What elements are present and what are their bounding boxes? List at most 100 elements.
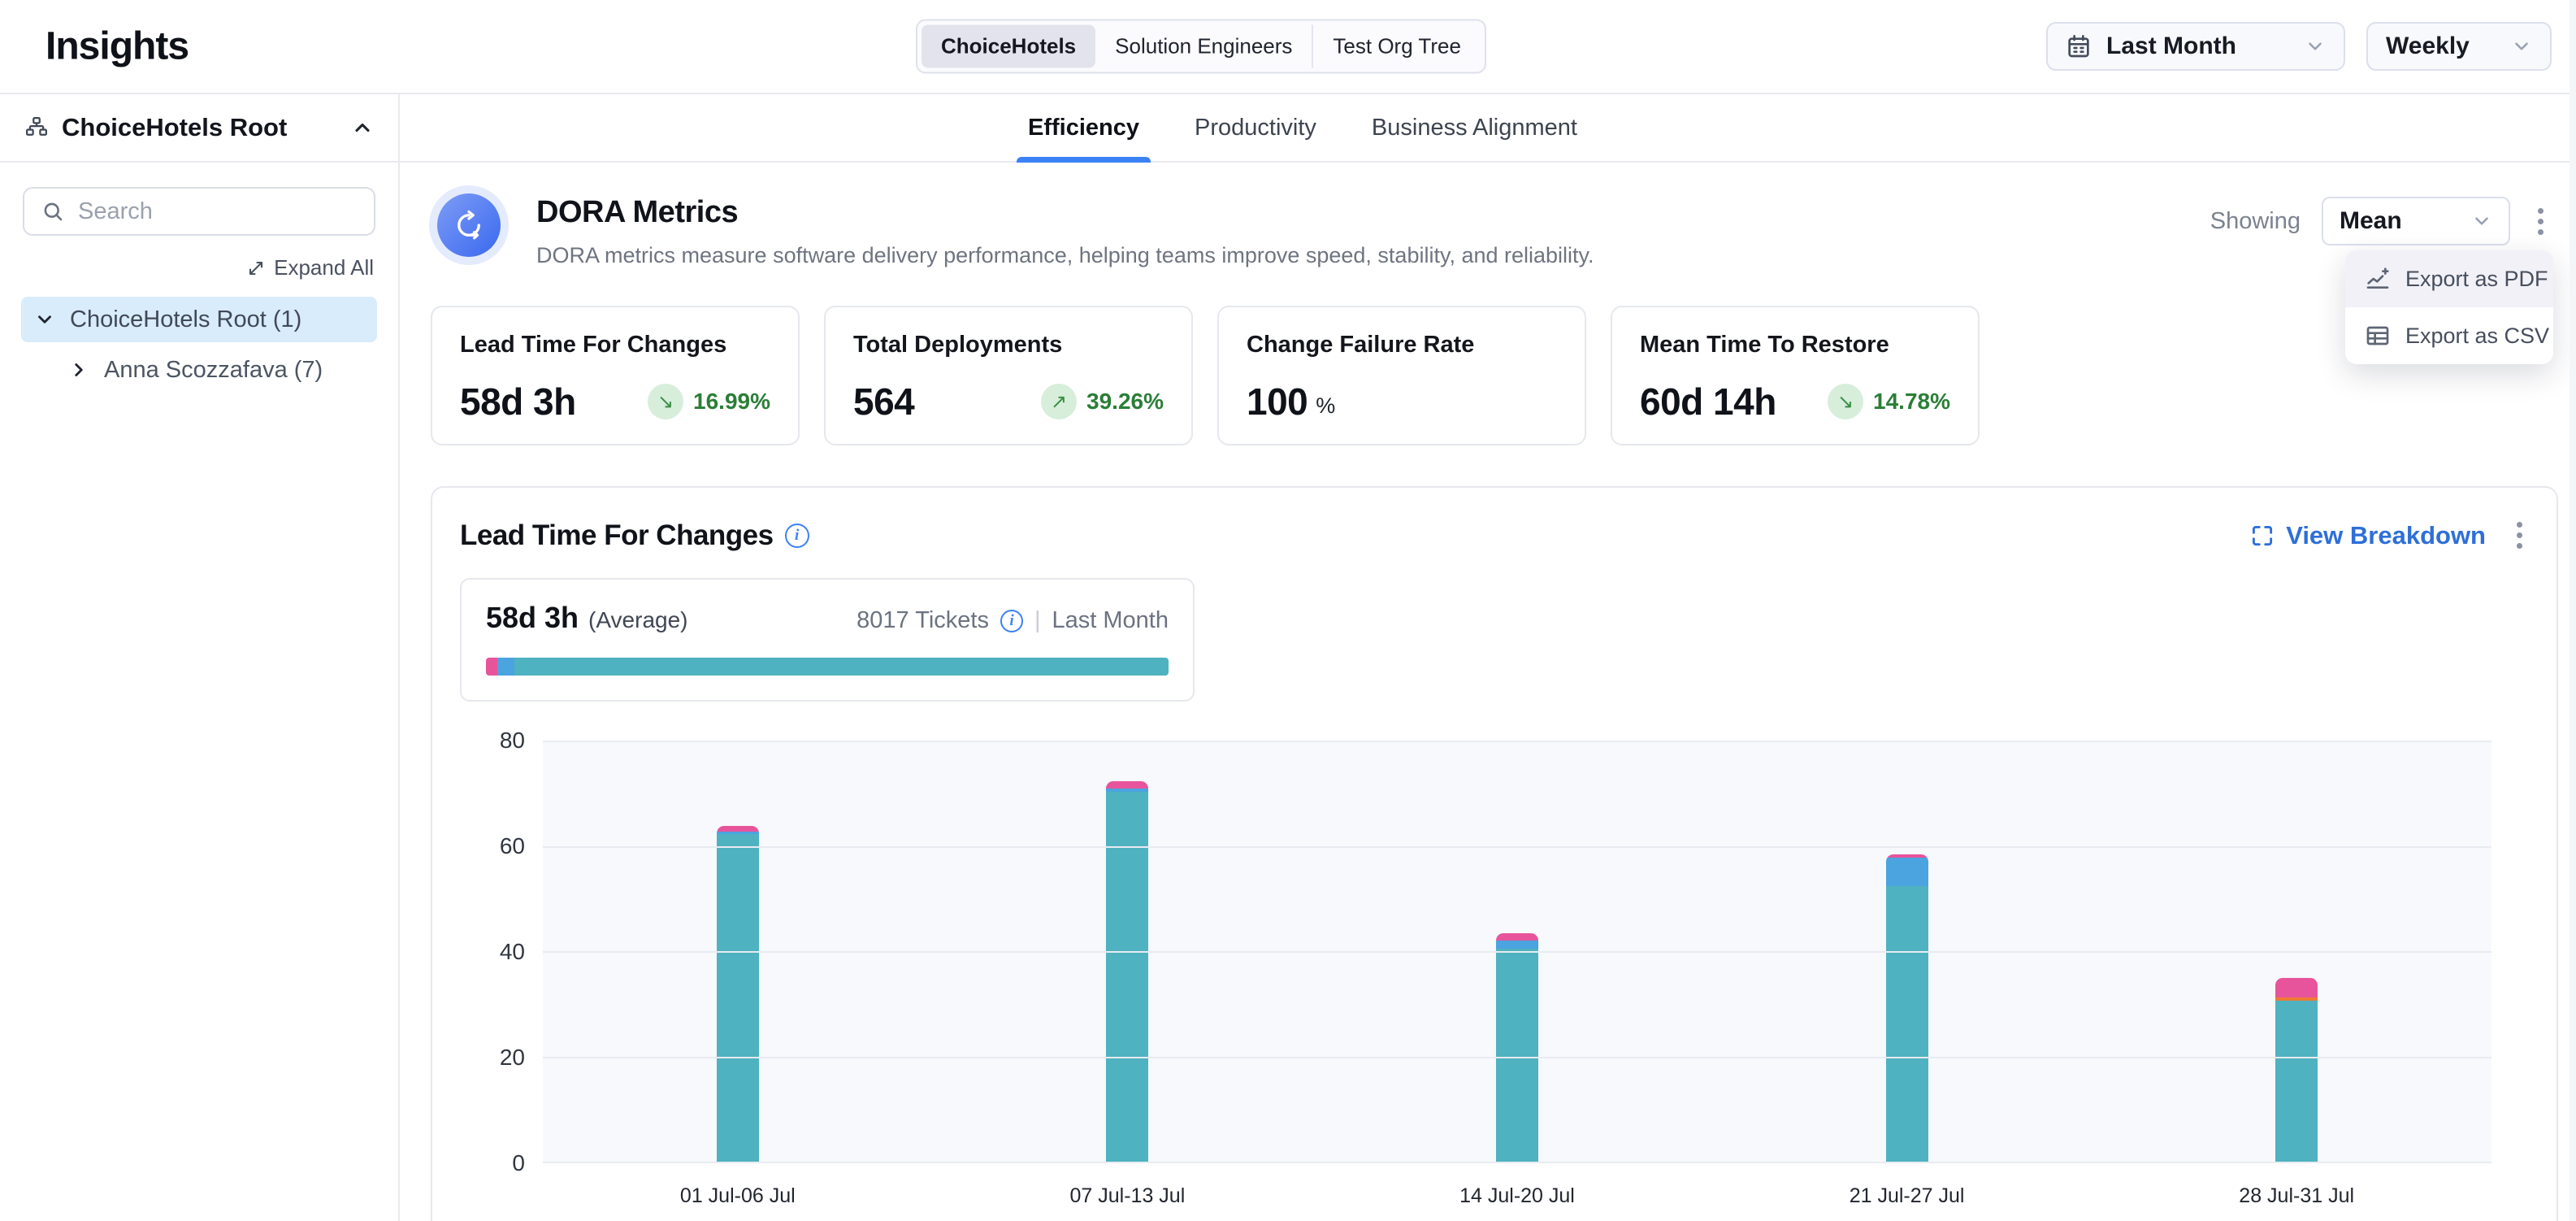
showing-label: Showing <box>2210 208 2301 235</box>
tree-item-label: ChoiceHotels Root (1) <box>70 306 301 333</box>
tree-item-label: Anna Scozzafava (7) <box>104 357 323 384</box>
expand-all-button[interactable]: Expand All <box>24 255 374 280</box>
expand-corners-icon <box>2250 524 2275 548</box>
lead-time-title: Lead Time For Changes <box>460 519 774 552</box>
distribution-segment-planning <box>486 658 497 676</box>
dora-metrics-header: DORA Metrics DORA metrics measure softwa… <box>431 193 2558 288</box>
bar-stack[interactable] <box>1496 933 1538 1162</box>
expand-all-label: Expand All <box>274 255 374 280</box>
main-area: Efficiency Productivity Business Alignme… <box>400 94 2576 1221</box>
org-tree-sidebar: ChoiceHotels Root Expand All ChoiceHotel… <box>0 94 400 1221</box>
delta-percent: 16.99% <box>693 389 770 415</box>
bar-stack[interactable] <box>2275 978 2318 1162</box>
metric-unit: % <box>1316 393 1335 419</box>
bar-segment-review <box>1496 941 1538 949</box>
x-tick-label: 07 Jul-13 Jul <box>933 1184 1323 1208</box>
x-tick-label: 28 Jul-31 Jul <box>2101 1184 2491 1208</box>
y-tick-label: 60 <box>500 833 525 859</box>
date-range-dropdown[interactable]: Last Month <box>2046 22 2345 71</box>
delta-percent: 14.78% <box>1873 389 1950 415</box>
distribution-segment-review <box>497 658 514 676</box>
x-axis-labels: 01 Jul-06 Jul07 Jul-13 Jul14 Jul-20 Jul2… <box>543 1184 2491 1208</box>
export-pdf-menu-item[interactable]: Export as PDF <box>2345 250 2553 307</box>
period-label: Last Month <box>1052 607 1169 634</box>
collapse-chevron-up-icon[interactable] <box>351 116 374 139</box>
plot-area <box>543 741 2491 1163</box>
trend-arrow-icon: ↗ <box>1051 390 1067 414</box>
tab-efficiency[interactable]: Efficiency <box>1023 94 1144 161</box>
info-icon[interactable]: i <box>1000 610 1023 632</box>
aggregation-value: Mean <box>2340 207 2402 235</box>
card-lead-time-for-changes: Lead Time For Changes 58d 3h ↘ 16.99% <box>431 306 800 445</box>
search-input[interactable] <box>78 198 384 225</box>
info-icon[interactable]: i <box>785 524 809 548</box>
export-csv-label: Export as CSV <box>2405 324 2549 349</box>
vertical-scrollbar[interactable] <box>2569 0 2576 1221</box>
bar-segment-deployment <box>717 834 759 1162</box>
y-tick-label: 40 <box>500 939 525 965</box>
lead-time-kebab-menu-button[interactable] <box>2510 515 2529 555</box>
tree-item-anna[interactable]: Anna Scozzafava (7) <box>55 347 377 393</box>
x-tick-label: 01 Jul-06 Jul <box>543 1184 933 1208</box>
org-tab-solution-engineers[interactable]: Solution Engineers <box>1095 25 1312 68</box>
bar-segment-deployment <box>1496 949 1538 1162</box>
trend-arrow-icon: ↘ <box>657 390 674 414</box>
date-range-value: Last Month <box>2106 33 2236 60</box>
separator: | <box>1034 607 1041 634</box>
export-csv-menu-item[interactable]: Export as CSV <box>2345 307 2553 364</box>
card-total-deployments: Total Deployments 564 ↗ 39.26% <box>824 306 1193 445</box>
bar-stack[interactable] <box>1886 854 1928 1162</box>
org-tab-test-org-tree[interactable]: Test Org Tree <box>1312 25 1481 68</box>
chevron-down-icon[interactable] <box>34 309 55 330</box>
delta-percent: 39.26% <box>1086 389 1164 415</box>
metric-value: 100 <box>1247 380 1308 424</box>
export-pdf-label: Export as PDF <box>2405 267 2548 292</box>
average-summary-card: 58d 3h (Average) 8017 Tickets i | Last M… <box>460 578 1195 702</box>
y-axis-labels: 020406080 <box>460 741 525 1163</box>
bar-segment-planning <box>717 826 759 832</box>
granularity-dropdown[interactable]: Weekly <box>2366 22 2552 71</box>
aggregation-select[interactable]: Mean <box>2322 197 2510 246</box>
y-tick-label: 80 <box>500 728 525 754</box>
metric-value: 60d 14h <box>1640 380 1776 424</box>
view-breakdown-button[interactable]: View Breakdown <box>2250 521 2486 550</box>
sidebar-root-title: ChoiceHotels Root <box>62 113 338 142</box>
search-icon <box>41 199 65 224</box>
main-content: DORA Metrics DORA metrics measure softwa… <box>431 163 2558 1221</box>
top-header: Insights ChoiceHotels Solution Engineers… <box>0 0 2576 94</box>
bar-segment-review <box>1886 858 1928 885</box>
metric-value: 58d 3h <box>460 380 576 424</box>
metric-title: Total Deployments <box>853 332 1164 358</box>
showing-controls: Showing Mean Export as PDF <box>2210 197 2550 246</box>
tree-item-root[interactable]: ChoiceHotels Root (1) <box>21 297 377 342</box>
bar-segment-deployment <box>1886 886 1928 1162</box>
tab-business-alignment[interactable]: Business Alignment <box>1367 94 1582 161</box>
org-tab-choicehotels[interactable]: ChoiceHotels <box>922 25 1095 68</box>
bar-stack[interactable] <box>717 826 759 1162</box>
delta-badge: ↗ 39.26% <box>1041 384 1164 419</box>
main-tabs-row: Efficiency Productivity Business Alignme… <box>400 94 2576 163</box>
dora-kebab-menu-button[interactable] <box>2531 202 2550 241</box>
y-tick-label: 20 <box>500 1045 525 1071</box>
chevron-down-icon <box>2471 211 2492 232</box>
metric-title: Mean Time To Restore <box>1640 332 1950 358</box>
tickets-count: 8017 Tickets <box>856 607 989 634</box>
tab-productivity[interactable]: Productivity <box>1190 94 1321 161</box>
chevron-down-icon <box>2511 36 2532 57</box>
x-tick-label: 21 Jul-27 Jul <box>1712 1184 2102 1208</box>
bar-stack[interactable] <box>1106 781 1148 1162</box>
average-label: (Average) <box>588 607 687 633</box>
org-tab-group: ChoiceHotels Solution Engineers Test Org… <box>916 20 1486 74</box>
bar-segment-deployment <box>2275 1001 2318 1162</box>
card-mean-time-to-restore: Mean Time To Restore 60d 14h ↘ 14.78% <box>1611 306 1980 445</box>
export-menu: Export as PDF Export as CSV <box>2345 250 2553 364</box>
bar-segment-planning <box>2275 978 2318 997</box>
bar-segment-planning <box>1496 933 1538 941</box>
table-icon <box>2365 323 2391 349</box>
gridline <box>543 741 2491 742</box>
y-tick-label: 0 <box>512 1150 525 1176</box>
chevron-right-icon[interactable] <box>68 359 89 380</box>
bar-segment-planning <box>1106 781 1148 789</box>
metric-title: Change Failure Rate <box>1247 332 1557 358</box>
metric-value: 564 <box>853 380 914 424</box>
